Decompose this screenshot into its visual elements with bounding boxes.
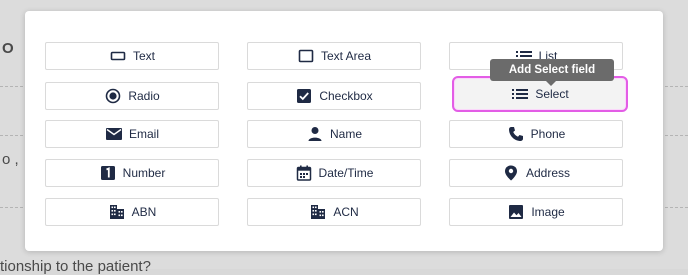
select-field-tooltip: Add Select field [490, 59, 614, 86]
acn-field-label: ACN [333, 205, 359, 219]
radio-field-button[interactable]: Radio [45, 82, 219, 110]
input-box-icon [109, 47, 127, 65]
email-field-button[interactable]: Email [45, 120, 219, 148]
image-field-button[interactable]: Image [449, 198, 623, 226]
textarea-box-icon [297, 47, 315, 65]
radio-button-icon [104, 87, 122, 105]
email-field-label: Email [128, 127, 159, 141]
map-pin-icon [502, 164, 520, 182]
background-text: o , [2, 151, 19, 168]
text-area-field-label: Text Area [320, 49, 372, 63]
building-icon [309, 203, 327, 221]
checkbox-field-label: Checkbox [319, 89, 373, 103]
radio-field-label: Radio [128, 89, 160, 103]
number-field-label: Number [122, 166, 166, 180]
phone-field-button[interactable]: Phone [449, 120, 623, 148]
name-field-button[interactable]: Name [247, 120, 421, 148]
date-time-field-button[interactable]: Date/Time [247, 159, 421, 187]
date-time-field-label: Date/Time [318, 166, 374, 180]
text-field-button[interactable]: Text [45, 42, 219, 70]
address-field-label: Address [525, 166, 571, 180]
text-field-label: Text [132, 49, 155, 63]
address-field-button[interactable]: Address [449, 159, 623, 187]
background-question: tionship to the patient? [0, 258, 151, 275]
abn-field-button[interactable]: ABN [45, 198, 219, 226]
checkbox-field-button[interactable]: Checkbox [247, 82, 421, 110]
name-field-label: Name [329, 127, 362, 141]
phone-field-label: Phone [530, 127, 566, 141]
phone-icon [507, 125, 525, 143]
number-field-button[interactable]: Number [45, 159, 219, 187]
checkbox-checked-icon [295, 87, 313, 105]
select-field-label: Select [535, 87, 569, 101]
number-one-icon [99, 164, 117, 182]
calendar-icon [295, 164, 313, 182]
background-text: O [2, 40, 14, 57]
abn-field-label: ABN [131, 205, 157, 219]
building-icon [108, 203, 126, 221]
add-field-modal: Text Text Area List Radio Checkbox Selec… [25, 11, 663, 251]
select-field-button[interactable]: Select [452, 76, 628, 112]
image-icon [507, 203, 525, 221]
text-area-field-button[interactable]: Text Area [247, 42, 421, 70]
list-icon [511, 85, 529, 103]
person-icon [306, 125, 324, 143]
envelope-icon [105, 125, 123, 143]
acn-field-button[interactable]: ACN [247, 198, 421, 226]
image-field-label: Image [531, 205, 565, 219]
